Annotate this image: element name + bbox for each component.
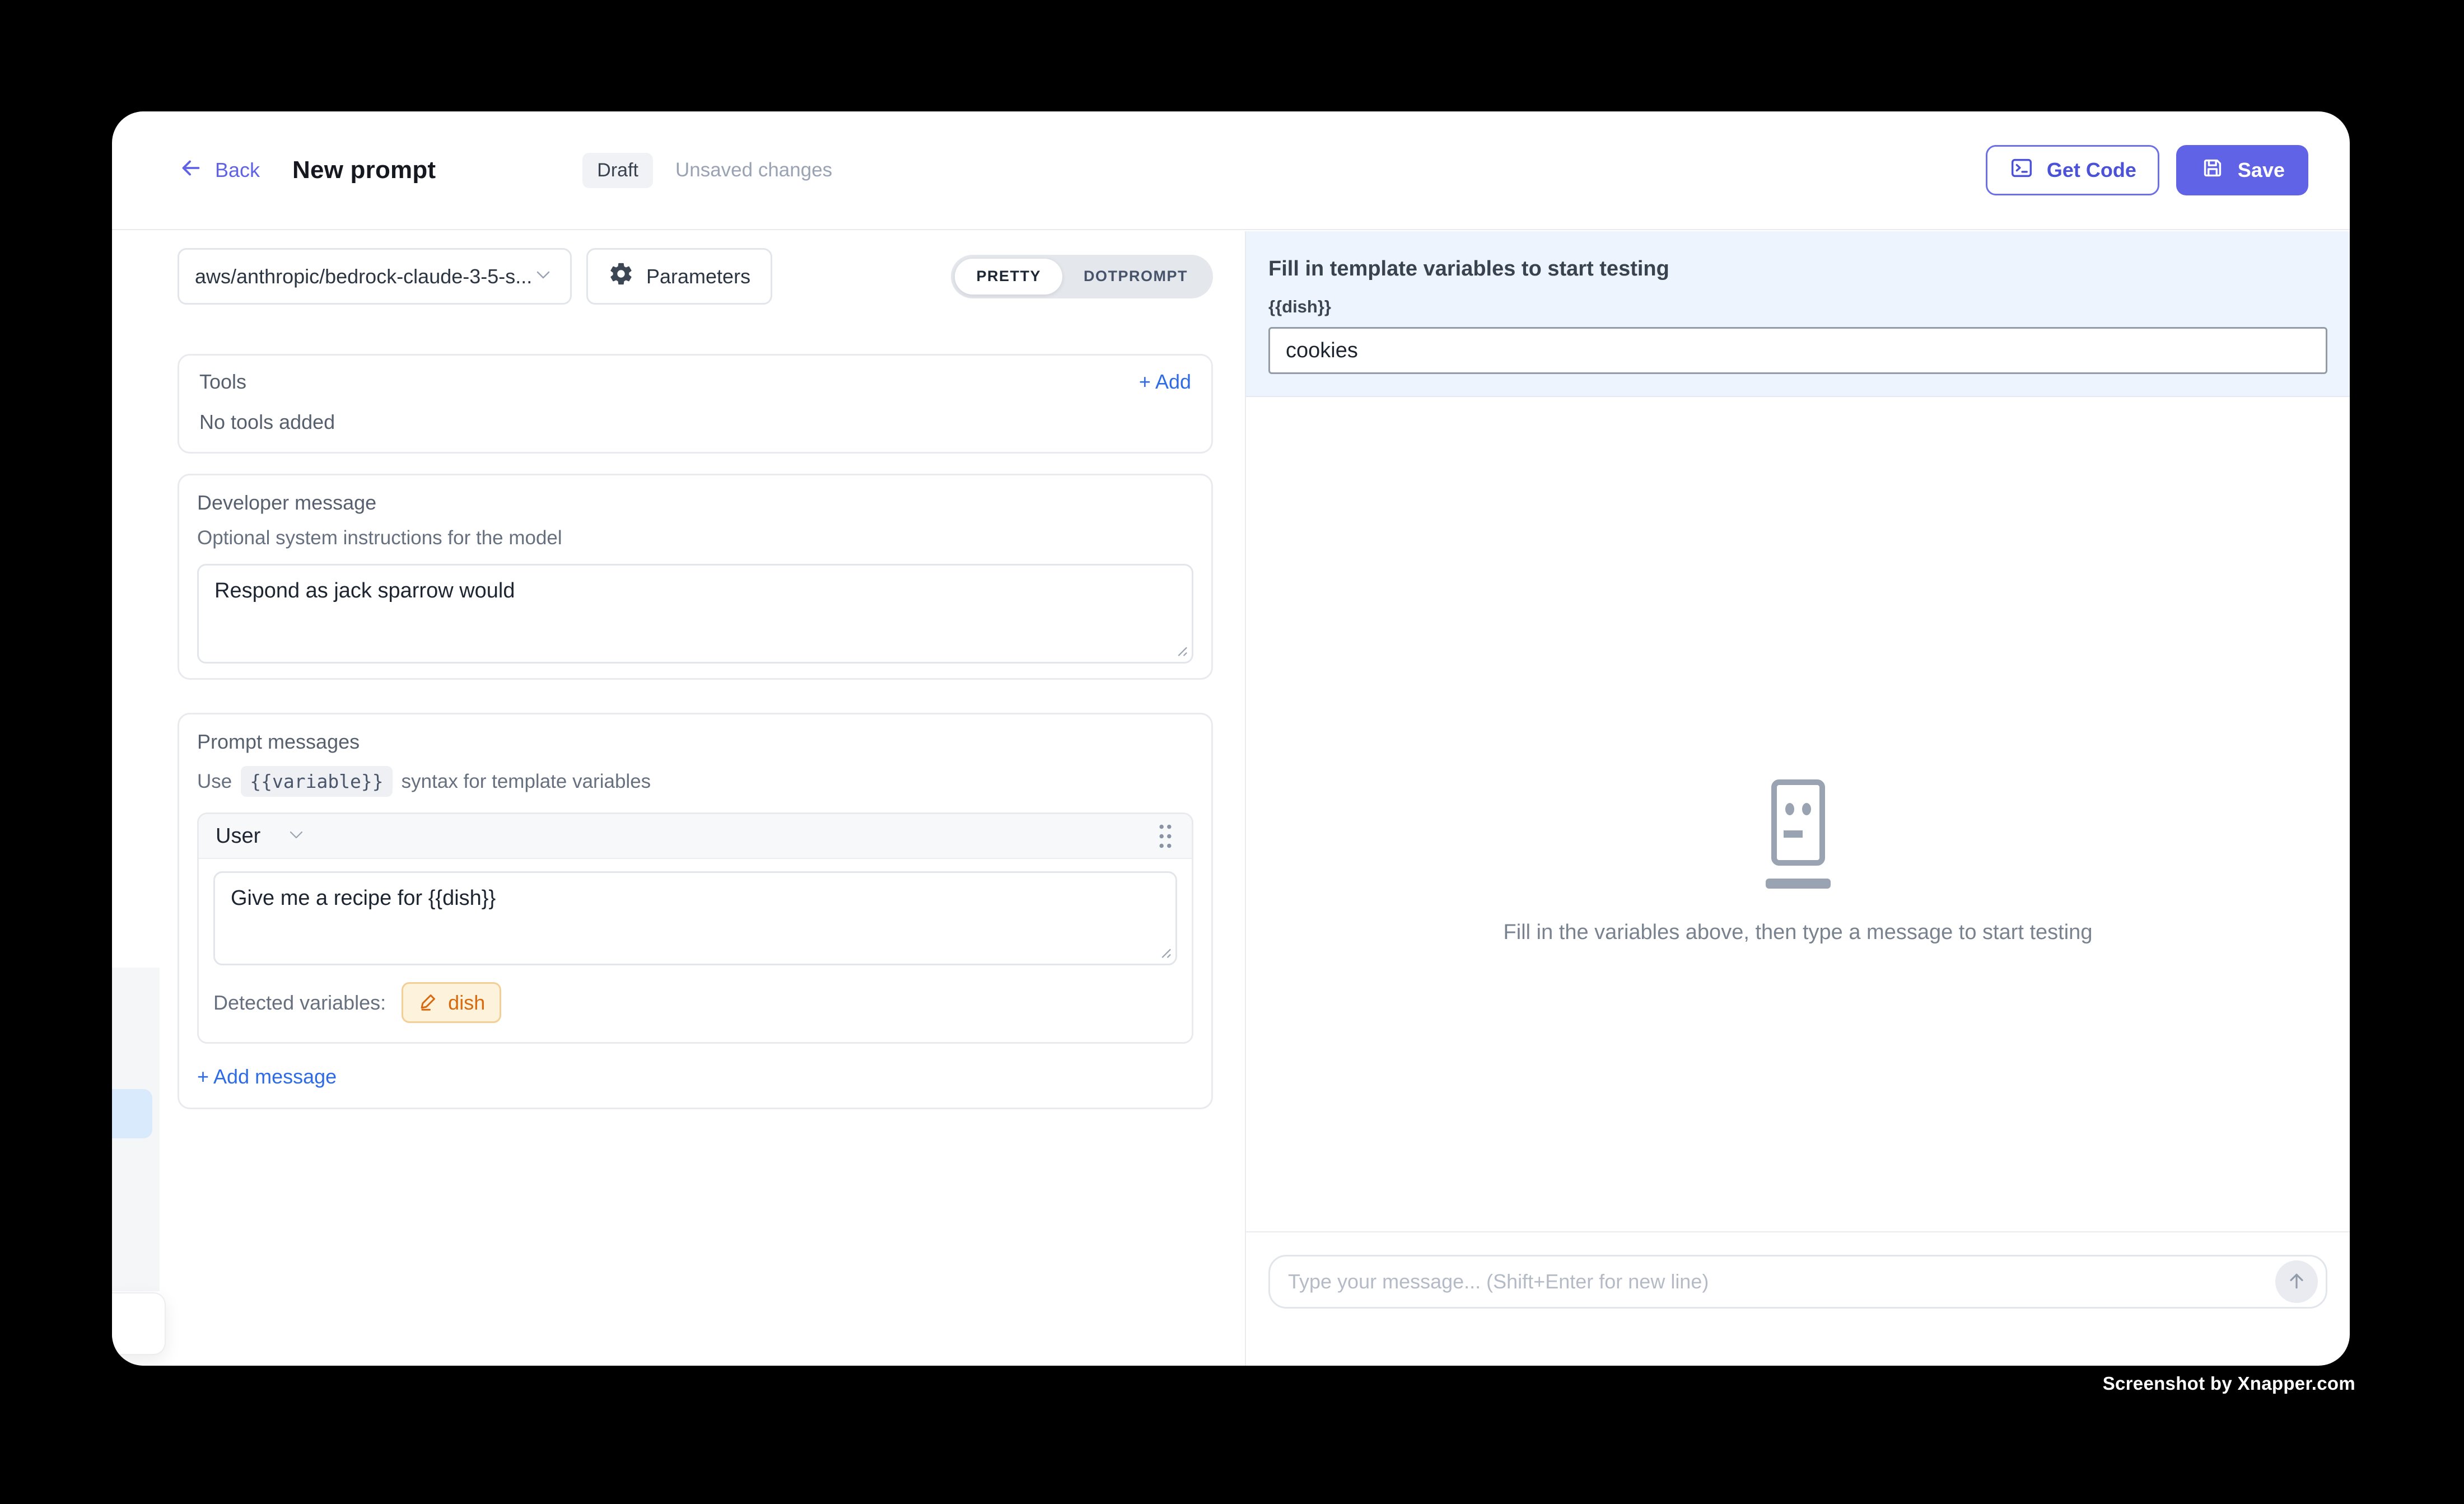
resize-handle-icon[interactable] [1173,642,1188,657]
hint-suffix: syntax for template variables [402,770,651,793]
detected-variables-row: Detected variables: dish [199,965,1192,1042]
chat-area: Fill in the variables above, then type a… [1246,397,2350,1231]
hint-prefix: Use [197,770,232,793]
prompt-editor-panel: aws/anthropic/bedrock-claude-3-5-s... Pa… [112,231,1245,1366]
cropped-selected-item[interactable] [112,1089,152,1138]
page-title: New prompt [292,156,436,184]
gear-icon [608,261,634,292]
chevron-down-icon [285,824,307,849]
send-button[interactable] [2275,1260,2318,1303]
message-role-select[interactable]: User [216,824,307,849]
screenshot-canvas: { "window": { "header": { "back_label": … [0,0,2464,1504]
add-tool-button[interactable]: + Add [1139,370,1191,394]
back-button[interactable]: Back [178,155,260,186]
unsaved-changes-note: Unsaved changes [675,159,832,181]
model-selector[interactable]: aws/anthropic/bedrock-claude-3-5-s... [178,248,572,305]
status-badge: Draft [582,153,653,188]
chat-empty-state: Fill in the variables above, then type a… [1504,779,2093,945]
template-variables-section: Fill in template variables to start test… [1246,231,2350,397]
add-message-button[interactable]: + Add message [197,1065,337,1089]
variables-section-title: Fill in template variables to start test… [1268,257,2327,281]
message-block: User Give me a recipe for {{dish}} [197,812,1193,1044]
variable-badge-label: dish [448,991,485,1015]
app-window: Back New prompt Draft Unsaved changes Ge… [112,111,2350,1366]
message-textarea[interactable]: Give me a recipe for {{dish}} [213,871,1177,965]
developer-message-title: Developer message [197,491,1193,515]
chevron-down-icon [532,264,554,289]
tools-empty-text: No tools added [199,410,1191,434]
cropped-popover [112,1292,166,1355]
prompt-messages-card: Prompt messages Use {{variable}} syntax … [178,713,1213,1109]
variable-badge-dish[interactable]: dish [402,982,501,1023]
chat-input-bar [1246,1231,2350,1366]
back-arrow-icon [178,155,204,186]
chat-empty-text: Fill in the variables above, then type a… [1504,921,2093,945]
variable-syntax-chip: {{variable}} [241,766,392,797]
prompt-messages-title: Prompt messages [197,730,1193,754]
tools-title: Tools [199,370,246,394]
developer-message-subtitle: Optional system instructions for the mod… [197,527,1193,549]
watermark: Screenshot by Xnapper.com [2103,1373,2355,1394]
model-selector-value: aws/anthropic/bedrock-claude-3-5-s... [195,265,532,288]
variable-name-label: {{dish}} [1268,297,2327,317]
message-header: User [199,814,1192,859]
drag-handle-icon[interactable] [1156,822,1175,850]
model-row: aws/anthropic/bedrock-claude-3-5-s... Pa… [178,248,1213,305]
edit-pencil-icon [418,991,439,1015]
message-role-value: User [216,824,260,848]
tools-card: Tools + Add No tools added [178,354,1213,454]
toggle-pretty[interactable]: PRETTY [955,259,1062,295]
terminal-icon [2009,155,2034,186]
send-arrow-icon [2285,1270,2308,1294]
get-code-label: Get Code [2047,158,2136,182]
save-label: Save [2238,158,2285,182]
chat-message-input[interactable] [1288,1270,2275,1293]
toggle-dotprompt[interactable]: DOTPROMPT [1062,259,1209,295]
developer-message-textarea[interactable]: Respond as jack sparrow would [197,564,1193,664]
header: Back New prompt Draft Unsaved changes Ge… [112,111,2350,230]
resize-handle-icon[interactable] [1157,944,1172,959]
back-label: Back [215,158,260,182]
variable-value-input[interactable] [1268,327,2327,374]
developer-message-card: Developer message Optional system instru… [178,474,1213,680]
format-toggle: PRETTY DOTPROMPT [951,255,1213,298]
template-syntax-hint: Use {{variable}} syntax for template var… [197,766,1193,797]
test-panel: Fill in template variables to start test… [1245,231,2350,1366]
detected-variables-label: Detected variables: [213,991,386,1015]
parameters-button[interactable]: Parameters [586,248,772,305]
save-icon [2200,155,2225,186]
parameters-label: Parameters [646,265,750,288]
chat-input-container [1268,1255,2327,1309]
robot-icon [1763,779,1833,894]
save-button[interactable]: Save [2176,145,2308,195]
get-code-button[interactable]: Get Code [1986,145,2159,195]
